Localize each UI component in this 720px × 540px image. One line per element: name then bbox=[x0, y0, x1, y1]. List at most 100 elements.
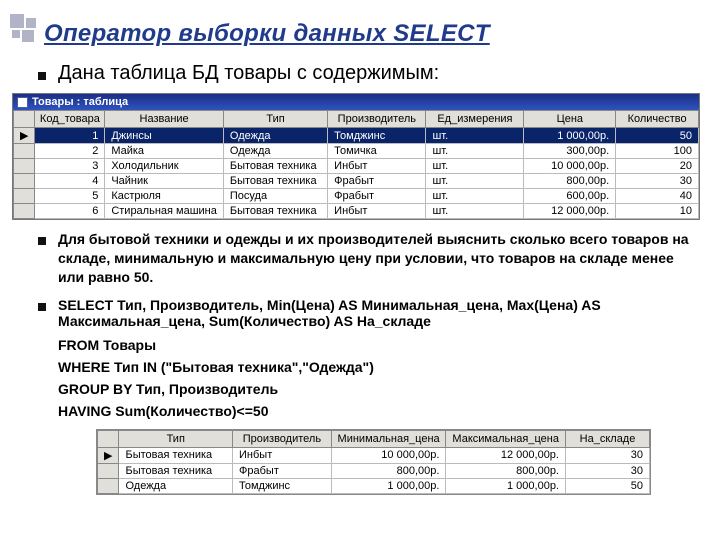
cell: 50 bbox=[566, 478, 650, 493]
cell: 10 bbox=[616, 204, 699, 219]
cell: Кастрюля bbox=[105, 189, 224, 204]
cell: Бытовая техника bbox=[119, 447, 233, 463]
col-name: Название bbox=[105, 111, 224, 128]
cell: 4 bbox=[35, 174, 105, 189]
rcol-max: Максимальная_цена bbox=[446, 430, 566, 447]
task-text-span: Для бытовой техники и одежды и их произв… bbox=[58, 231, 689, 285]
sql-l1: SELECT Тип, Производитель, Min(Цена) AS … bbox=[58, 297, 601, 329]
table-row: 5КастрюляПосудаФрабытшт.600,00р.40 bbox=[14, 189, 699, 204]
cell: 3 bbox=[35, 159, 105, 174]
cell: шт. bbox=[426, 159, 524, 174]
cell: шт. bbox=[426, 204, 524, 219]
table-row: ОдеждаТомджинс1 000,00р.1 000,00р.50 bbox=[98, 478, 650, 493]
rcol-qty: На_складе bbox=[566, 430, 650, 447]
result-header-row: Тип Производитель Минимальная_цена Макси… bbox=[98, 430, 650, 447]
col-type: Тип bbox=[223, 111, 327, 128]
col-maker: Производитель bbox=[328, 111, 426, 128]
cell: Стиральная машина bbox=[105, 204, 224, 219]
cell: 100 bbox=[616, 144, 699, 159]
table-row: 3ХолодильникБытовая техникаИнбытшт.10 00… bbox=[14, 159, 699, 174]
cell: Фрабыт bbox=[328, 174, 426, 189]
sql-select: SELECT Тип, Производитель, Min(Цена) AS … bbox=[36, 297, 690, 329]
table-row: 6Стиральная машинаБытовая техникаИнбытшт… bbox=[14, 204, 699, 219]
cell: Инбыт bbox=[328, 204, 426, 219]
table-row: ▶1ДжинсыОдеждаТомджинсшт.1 000,00р.50 bbox=[14, 128, 699, 144]
cell: 12 000,00р. bbox=[524, 204, 616, 219]
slide-decoration bbox=[10, 14, 40, 44]
cell: Майка bbox=[105, 144, 224, 159]
lead-text: Дана таблица БД товары с содержимым: bbox=[36, 62, 690, 85]
db-window-titlebar: Товары : таблица bbox=[13, 94, 699, 110]
task-text: Для бытовой техники и одежды и их произв… bbox=[36, 230, 690, 287]
cell: Бытовая техника bbox=[119, 463, 233, 478]
table-row: 4ЧайникБытовая техникаФрабытшт.800,00р.3… bbox=[14, 174, 699, 189]
cell: Чайник bbox=[105, 174, 224, 189]
row-marker bbox=[98, 478, 119, 493]
cell: 2 bbox=[35, 144, 105, 159]
cell: Томджинс bbox=[233, 478, 332, 493]
col-id: Код_товара bbox=[35, 111, 105, 128]
products-header-row: Код_товара Название Тип Производитель Ед… bbox=[14, 111, 699, 128]
cell: 30 bbox=[566, 447, 650, 463]
row-marker bbox=[14, 159, 35, 174]
cell: 800,00р. bbox=[331, 463, 446, 478]
cell: 6 bbox=[35, 204, 105, 219]
cell: Посуда bbox=[223, 189, 327, 204]
cell: 1 000,00р. bbox=[524, 128, 616, 144]
table-row: 2МайкаОдеждаТомичкашт.300,00р.100 bbox=[14, 144, 699, 159]
db-window-title: Товары : таблица bbox=[32, 96, 128, 108]
table-row: ▶Бытовая техникаИнбыт10 000,00р.12 000,0… bbox=[98, 447, 650, 463]
rcol-min: Минимальная_цена bbox=[331, 430, 446, 447]
sql-groupby: GROUP BY Тип, Производитель bbox=[36, 381, 690, 397]
rcol-type: Тип bbox=[119, 430, 233, 447]
lead-text-span: Дана таблица БД товары с содержимым: bbox=[58, 62, 439, 84]
db-window-products: Товары : таблица Код_товара Название Тип… bbox=[12, 93, 700, 220]
cell: Бытовая техника bbox=[223, 204, 327, 219]
cell: 800,00р. bbox=[524, 174, 616, 189]
sql-from: FROM Товары bbox=[36, 337, 690, 353]
cell: 50 bbox=[616, 128, 699, 144]
cell: Одежда bbox=[223, 128, 327, 144]
table-icon bbox=[17, 97, 28, 108]
cell: шт. bbox=[426, 128, 524, 144]
cell: Томджинс bbox=[328, 128, 426, 144]
row-marker bbox=[14, 189, 35, 204]
cell: Одежда bbox=[119, 478, 233, 493]
cell: Бытовая техника bbox=[223, 159, 327, 174]
products-table: Код_товара Название Тип Производитель Ед… bbox=[13, 110, 699, 219]
cell: 300,00р. bbox=[524, 144, 616, 159]
rcol-maker: Производитель bbox=[233, 430, 332, 447]
cell: Одежда bbox=[223, 144, 327, 159]
cell: Фрабыт bbox=[328, 189, 426, 204]
col-qty: Количество bbox=[616, 111, 699, 128]
cell: Томичка bbox=[328, 144, 426, 159]
cell: 5 bbox=[35, 189, 105, 204]
cell: 10 000,00р. bbox=[331, 447, 446, 463]
cell: шт. bbox=[426, 189, 524, 204]
db-window-result: Тип Производитель Минимальная_цена Макси… bbox=[96, 429, 651, 495]
table-row: Бытовая техникаФрабыт800,00р.800,00р.30 bbox=[98, 463, 650, 478]
cell: 40 bbox=[616, 189, 699, 204]
row-marker: ▶ bbox=[14, 128, 35, 144]
sql-having: HAVING Sum(Количество)<=50 bbox=[36, 403, 690, 419]
col-unit: Ед_измерения bbox=[426, 111, 524, 128]
cell: 10 000,00р. bbox=[524, 159, 616, 174]
cell: 1 bbox=[35, 128, 105, 144]
cell: 1 000,00р. bbox=[331, 478, 446, 493]
cell: Бытовая техника bbox=[223, 174, 327, 189]
row-marker bbox=[14, 174, 35, 189]
cell: Джинсы bbox=[105, 128, 224, 144]
row-marker bbox=[14, 144, 35, 159]
cell: Инбыт bbox=[233, 447, 332, 463]
cell: шт. bbox=[426, 174, 524, 189]
sql-where: WHERE Тип IN ("Бытовая техника","Одежда"… bbox=[36, 359, 690, 375]
col-price: Цена bbox=[524, 111, 616, 128]
cell: 20 bbox=[616, 159, 699, 174]
cell: 800,00р. bbox=[446, 463, 566, 478]
row-marker: ▶ bbox=[98, 447, 119, 463]
cell: шт. bbox=[426, 144, 524, 159]
cell: 30 bbox=[566, 463, 650, 478]
result-table: Тип Производитель Минимальная_цена Макси… bbox=[97, 430, 650, 494]
cell: 30 bbox=[616, 174, 699, 189]
row-marker bbox=[14, 204, 35, 219]
